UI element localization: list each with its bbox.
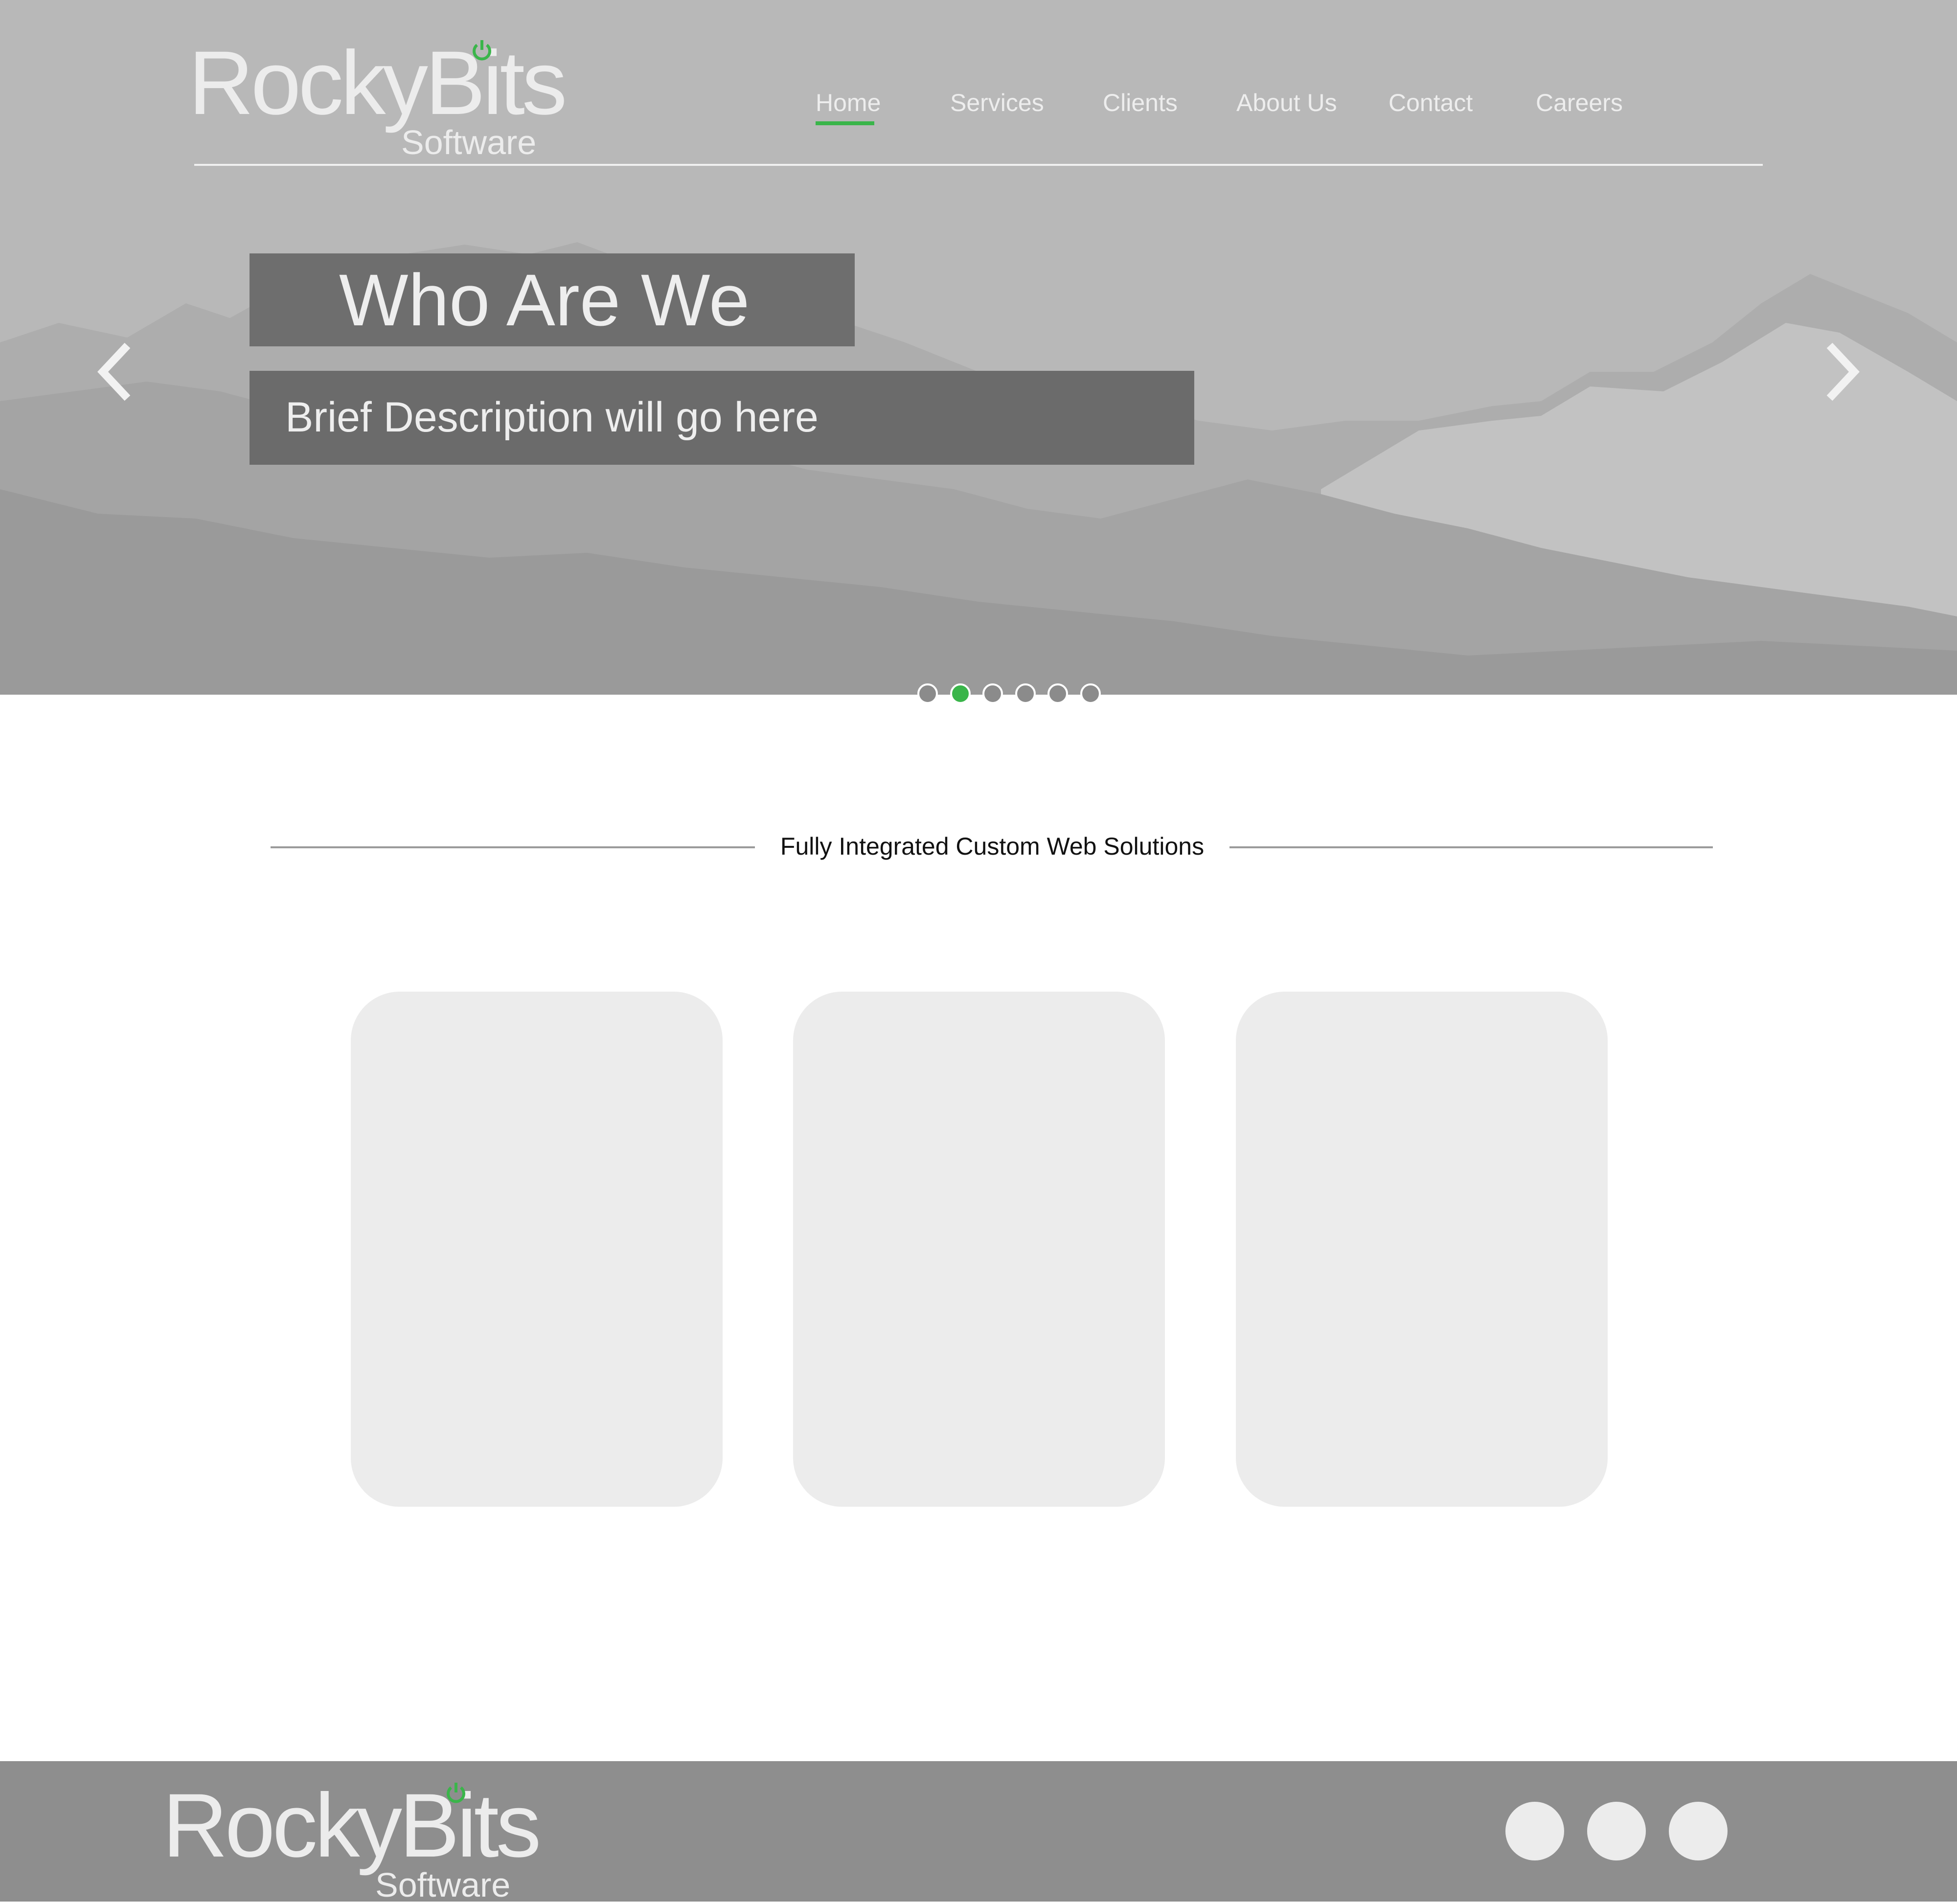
carousel-dot-4[interactable] xyxy=(1015,683,1036,704)
hero-title-box: Who Are We xyxy=(250,253,855,346)
service-card-1[interactable] xyxy=(351,992,723,1507)
carousel-dot-2[interactable] xyxy=(950,683,971,704)
header-logo[interactable]: RockyBits Software xyxy=(188,33,580,160)
header-divider xyxy=(194,164,1763,166)
power-icon xyxy=(473,40,491,61)
carousel-dot-3[interactable] xyxy=(982,683,1003,704)
active-nav-indicator xyxy=(816,121,874,125)
hero-description-box: Brief Description will go here xyxy=(250,371,1194,465)
carousel-dot-5[interactable] xyxy=(1047,683,1068,704)
service-card-2[interactable] xyxy=(793,992,1165,1507)
footer-logo-wordmark: RockyBits xyxy=(162,1775,541,1876)
nav-item-services[interactable]: Services xyxy=(950,88,1044,117)
social-icon-2[interactable] xyxy=(1587,1802,1646,1860)
social-icon-1[interactable] xyxy=(1505,1802,1564,1860)
section-title: Fully Integrated Custom Web Solutions xyxy=(780,833,1205,860)
section-divider-right xyxy=(1229,846,1713,848)
chevron-right-icon[interactable] xyxy=(1818,342,1866,401)
hero-description: Brief Description will go here xyxy=(285,394,819,441)
nav-item-contact[interactable]: Contact xyxy=(1388,88,1473,117)
footer-logo[interactable]: RockyBits Software xyxy=(162,1775,554,1903)
social-icon-3[interactable] xyxy=(1669,1802,1728,1860)
footer-logo-tagline: Software xyxy=(375,1866,511,1904)
chevron-left-icon[interactable] xyxy=(91,342,139,401)
service-card-3[interactable] xyxy=(1236,992,1608,1507)
carousel-dot-6[interactable] xyxy=(1080,683,1101,704)
logo-tagline: Software xyxy=(401,123,537,161)
nav-item-clients[interactable]: Clients xyxy=(1103,88,1178,117)
power-icon xyxy=(447,1783,465,1803)
carousel-dot-1[interactable] xyxy=(917,683,938,704)
logo-wordmark: RockyBits xyxy=(188,33,567,134)
nav-item-careers[interactable]: Careers xyxy=(1536,88,1623,117)
nav-item-home[interactable]: Home xyxy=(816,88,881,117)
nav-item-about-us[interactable]: About Us xyxy=(1236,88,1337,117)
section-divider-left xyxy=(271,846,755,848)
hero-title: Who Are We xyxy=(339,259,750,341)
